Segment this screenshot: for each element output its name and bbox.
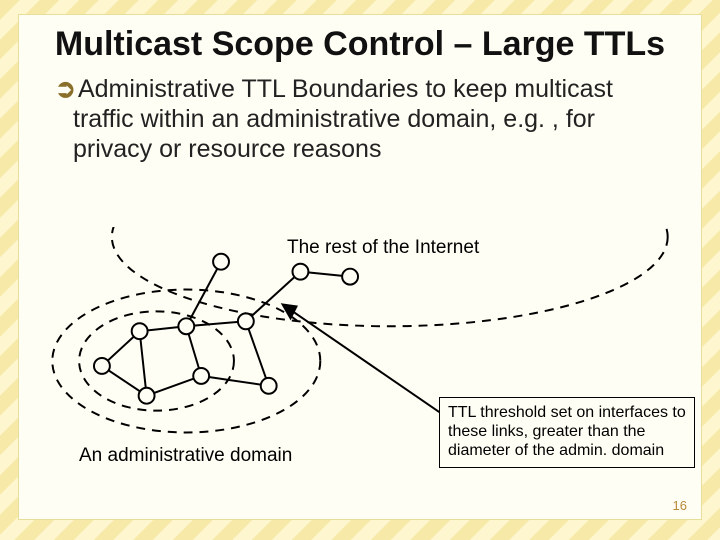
callout-arrow xyxy=(283,304,445,415)
bullet-paragraph: ➲Administrative TTL Boundaries to keep m… xyxy=(37,68,701,164)
admin-domain-label: An administrative domain xyxy=(79,445,292,467)
ttl-threshold-callout: TTL threshold set on interfaces to these… xyxy=(439,397,695,468)
slide-title: Multicast Scope Control – Large TTLs xyxy=(19,15,701,68)
admin-domain-outer xyxy=(52,290,320,433)
slide-card: Multicast Scope Control – Large TTLs ➲Ad… xyxy=(18,14,702,520)
bullet-icon: ➲ xyxy=(55,75,76,103)
page-number: 16 xyxy=(673,498,687,513)
bullet-text: Administrative TTL Boundaries to keep mu… xyxy=(73,75,613,163)
